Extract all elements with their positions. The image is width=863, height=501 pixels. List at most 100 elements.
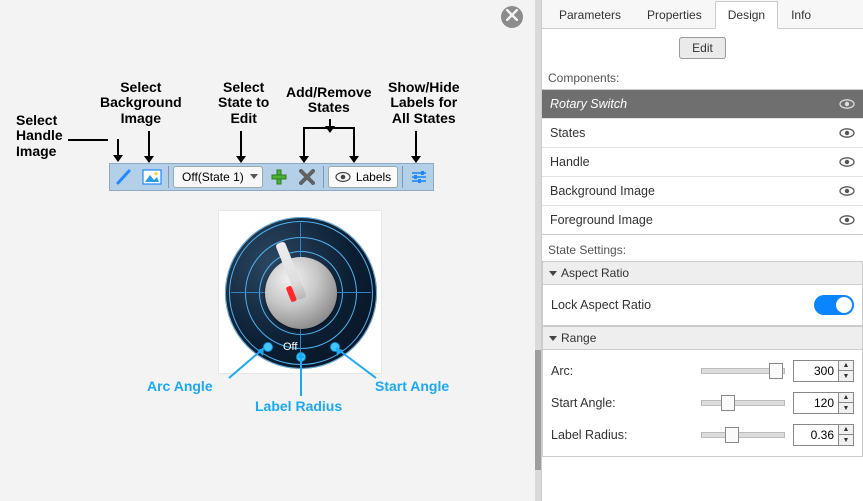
spin-up[interactable]: ▲: [839, 393, 853, 403]
pane-splitter[interactable]: [535, 0, 541, 501]
visibility-toggle[interactable]: [839, 214, 855, 226]
label-radius-input[interactable]: [794, 425, 838, 445]
cyan-arrow: [300, 358, 302, 396]
slider-thumb[interactable]: [721, 395, 735, 411]
close-icon: [506, 9, 518, 21]
lock-aspect-label: Lock Aspect Ratio: [551, 298, 806, 312]
image-icon: [142, 169, 162, 185]
annot-arc-angle: Arc Angle: [147, 378, 213, 394]
spin-up[interactable]: ▲: [839, 425, 853, 435]
settings-button[interactable]: [407, 165, 431, 189]
edit-button[interactable]: Edit: [679, 37, 726, 59]
tab-info[interactable]: Info: [778, 1, 824, 29]
annot-arrow: [117, 139, 119, 156]
eye-icon: [839, 185, 855, 197]
annot-start-angle: Start Angle: [375, 378, 449, 394]
state-settings-header: State Settings:: [542, 235, 863, 261]
annot-select-state-to-edit: Select State to Edit: [218, 80, 269, 126]
annot-bracket: [303, 127, 355, 137]
rotary-toolbar: Off(State 1) Labels: [109, 163, 434, 191]
annot-arrow: [353, 137, 355, 157]
annot-label-radius: Label Radius: [255, 398, 342, 414]
annot-arrow-stub: [329, 119, 331, 127]
tab-properties[interactable]: Properties: [634, 1, 715, 29]
start-angle-label: Start Angle:: [551, 396, 693, 410]
plus-icon: [270, 168, 288, 186]
visibility-toggle[interactable]: [839, 156, 855, 168]
chevron-down-icon: [549, 271, 557, 276]
visibility-toggle[interactable]: [839, 98, 855, 110]
inspector-tabbar: Parameters Properties Design Info: [542, 0, 863, 29]
select-background-image-button[interactable]: [140, 165, 164, 189]
label-radius-label: Label Radius:: [551, 428, 693, 442]
separator: [402, 166, 403, 188]
eye-icon: [335, 171, 352, 183]
spin-down[interactable]: ▼: [839, 403, 853, 413]
state-label-off: Off: [283, 341, 297, 353]
aspect-ratio-body: Lock Aspect Ratio: [542, 284, 863, 326]
visibility-toggle[interactable]: [839, 185, 855, 197]
remove-state-button[interactable]: [295, 165, 319, 189]
inspector-pane: Parameters Properties Design Info Edit C…: [541, 0, 863, 501]
slider-thumb[interactable]: [725, 427, 739, 443]
chevron-down-icon: [549, 336, 557, 341]
cyan-arrow-svg: [219, 344, 269, 386]
annot-arrow: [303, 137, 305, 157]
annot-add-remove-states: Add/Remove States: [286, 85, 372, 116]
annot-show-hide-labels: Show/Hide Labels for All States: [388, 80, 460, 126]
toggle-labels-text: Labels: [356, 170, 391, 184]
arc-label: Arc:: [551, 364, 693, 378]
start-angle-input[interactable]: [794, 393, 838, 413]
arc-spinbox[interactable]: ▲▼: [793, 360, 854, 382]
select-handle-image-button[interactable]: [112, 165, 136, 189]
state-selector-value: Off(State 1): [182, 170, 244, 184]
eye-icon: [839, 127, 855, 139]
separator: [168, 166, 169, 188]
component-label: Rotary Switch: [550, 97, 627, 111]
label-radius-slider[interactable]: [701, 432, 785, 438]
component-item-foreground-image[interactable]: Foreground Image: [542, 206, 863, 234]
spin-down[interactable]: ▼: [839, 371, 853, 381]
state-selector-combo[interactable]: Off(State 1): [173, 166, 263, 188]
sliders-icon: [410, 170, 428, 184]
range-title: Range: [561, 331, 596, 345]
close-button[interactable]: [501, 6, 523, 28]
tab-design[interactable]: Design: [715, 1, 778, 29]
start-angle-slider[interactable]: [701, 400, 785, 406]
eye-icon: [839, 156, 855, 168]
component-item-rotary-switch[interactable]: Rotary Switch: [542, 90, 863, 119]
handle-needle-icon: [115, 168, 133, 186]
aspect-ratio-section-header[interactable]: Aspect Ratio: [542, 261, 863, 285]
components-list: Rotary Switch States Handle Background I…: [542, 89, 863, 235]
eye-icon: [839, 214, 855, 226]
arc-input[interactable]: [794, 361, 838, 381]
component-item-handle[interactable]: Handle: [542, 148, 863, 177]
arc-slider[interactable]: [701, 368, 785, 374]
component-item-states[interactable]: States: [542, 119, 863, 148]
component-label: States: [550, 126, 585, 140]
chevron-down-icon: [250, 174, 258, 179]
annot-select-background-image: Select Background Image: [100, 80, 182, 126]
annot-arrow: [415, 131, 417, 157]
range-section-header[interactable]: Range: [542, 326, 863, 350]
component-label: Background Image: [550, 184, 655, 198]
separator: [323, 166, 324, 188]
range-body: Arc: ▲▼ Start Angle: ▲▼ Label Radius: ▲▼: [542, 349, 863, 457]
component-item-background-image[interactable]: Background Image: [542, 177, 863, 206]
editor-canvas-pane: Select Handle Image Select Background Im…: [0, 0, 535, 501]
slider-thumb[interactable]: [769, 363, 783, 379]
visibility-toggle[interactable]: [839, 127, 855, 139]
tab-parameters[interactable]: Parameters: [546, 1, 634, 29]
lock-aspect-toggle[interactable]: [814, 295, 854, 315]
eye-icon: [839, 98, 855, 110]
label-radius-spinbox[interactable]: ▲▼: [793, 424, 854, 446]
toggle-labels-button[interactable]: Labels: [328, 166, 398, 188]
spin-up[interactable]: ▲: [839, 361, 853, 371]
start-angle-spinbox[interactable]: ▲▼: [793, 392, 854, 414]
cross-delete-icon: [299, 169, 315, 185]
component-label: Handle: [550, 155, 590, 169]
annot-arrow: [148, 131, 150, 157]
component-label: Foreground Image: [550, 213, 653, 227]
add-state-button[interactable]: [267, 165, 291, 189]
spin-down[interactable]: ▼: [839, 435, 853, 445]
